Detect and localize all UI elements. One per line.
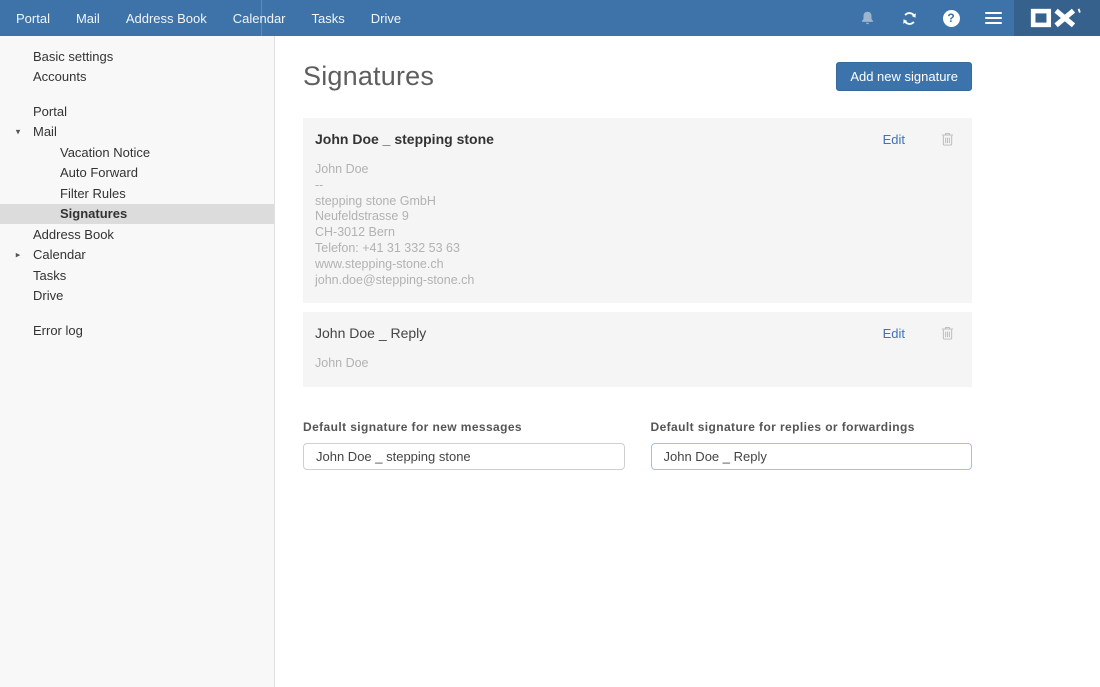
signature-name: John Doe _ Reply bbox=[315, 325, 426, 341]
app-tabs: Portal Mail Address Book Calendar Tasks … bbox=[0, 0, 414, 36]
edit-signature-link[interactable]: Edit bbox=[883, 326, 905, 341]
chevron-down-icon: ▾ bbox=[13, 126, 23, 137]
tab-portal[interactable]: Portal bbox=[3, 0, 63, 36]
sidebar-item-label: Drive bbox=[33, 288, 63, 303]
sidebar-item-label: Error log bbox=[33, 323, 83, 338]
signature-line: Telefon: +41 31 332 53 63 bbox=[315, 241, 960, 257]
sidebar-item-drive[interactable]: Drive bbox=[0, 286, 274, 307]
signature-preview: John Doe -- stepping stone GmbH Neufelds… bbox=[315, 162, 960, 288]
signature-line: John Doe bbox=[315, 162, 960, 178]
default-new-messages-label: Default signature for new messages bbox=[303, 420, 625, 434]
ox-logo-icon bbox=[1029, 7, 1085, 29]
sidebar-item-label: Accounts bbox=[33, 69, 86, 84]
trash-icon bbox=[941, 132, 954, 146]
tab-calendar[interactable]: Calendar bbox=[220, 0, 299, 36]
signature-card: John Doe _ stepping stone Edit bbox=[303, 118, 972, 303]
edit-signature-link[interactable]: Edit bbox=[883, 132, 905, 147]
topbar-separator bbox=[261, 0, 262, 36]
sidebar-item-signatures[interactable]: Signatures bbox=[0, 204, 274, 225]
signature-name: John Doe _ stepping stone bbox=[315, 131, 494, 147]
sidebar-item-label: Basic settings bbox=[33, 49, 113, 64]
chevron-right-icon: ▸ bbox=[13, 249, 23, 260]
default-new-messages-select[interactable] bbox=[303, 443, 625, 470]
sidebar-item-label: Portal bbox=[33, 104, 67, 119]
sidebar-item-calendar[interactable]: ▸ Calendar bbox=[0, 245, 274, 266]
signature-card: John Doe _ Reply Edit bbox=[303, 312, 972, 387]
signature-line: www.stepping-stone.ch bbox=[315, 257, 960, 273]
signature-line: -- bbox=[315, 178, 960, 194]
sidebar-item-label: Mail bbox=[33, 124, 57, 139]
sidebar-item-mail[interactable]: ▾ Mail bbox=[0, 122, 274, 143]
sidebar-item-auto-forward[interactable]: Auto Forward bbox=[0, 163, 274, 184]
refresh-button[interactable] bbox=[888, 0, 930, 36]
tab-drive[interactable]: Drive bbox=[358, 0, 414, 36]
default-replies-select[interactable] bbox=[651, 443, 973, 470]
menu-button[interactable] bbox=[972, 0, 1014, 36]
sidebar-item-label: Filter Rules bbox=[60, 186, 126, 201]
sidebar-item-label: Auto Forward bbox=[60, 165, 138, 180]
sidebar-item-error-log[interactable]: Error log bbox=[0, 320, 274, 341]
tab-address-book[interactable]: Address Book bbox=[113, 0, 220, 36]
sidebar-item-portal[interactable]: Portal bbox=[0, 101, 274, 122]
sidebar-item-basic-settings[interactable]: Basic settings bbox=[0, 46, 274, 67]
sidebar-item-tasks[interactable]: Tasks bbox=[0, 265, 274, 286]
help-button[interactable]: ? bbox=[930, 0, 972, 36]
settings-main-pane: Signatures Add new signature John Doe _ … bbox=[275, 36, 1100, 687]
bell-icon bbox=[859, 10, 876, 27]
page-title: Signatures bbox=[303, 61, 434, 92]
add-new-signature-button[interactable]: Add new signature bbox=[836, 62, 972, 91]
refresh-icon bbox=[901, 10, 918, 27]
default-signature-section: Default signature for new messages Defau… bbox=[303, 420, 972, 470]
settings-sidebar: Basic settings Accounts Portal ▾ Mail Va… bbox=[0, 36, 275, 687]
sidebar-item-accounts[interactable]: Accounts bbox=[0, 67, 274, 88]
sidebar-item-label: Calendar bbox=[33, 247, 86, 262]
signature-line: Neufeldstrasse 9 bbox=[315, 209, 960, 225]
tab-tasks[interactable]: Tasks bbox=[299, 0, 358, 36]
logo-block: OX bbox=[1014, 0, 1100, 36]
signature-line: john.doe@stepping-stone.ch bbox=[315, 273, 960, 289]
delete-signature-button[interactable] bbox=[941, 132, 954, 146]
delete-signature-button[interactable] bbox=[941, 326, 954, 340]
sidebar-item-vacation-notice[interactable]: Vacation Notice bbox=[0, 142, 274, 163]
default-replies-label: Default signature for replies or forward… bbox=[651, 420, 973, 434]
sidebar-item-label: Address Book bbox=[33, 227, 114, 242]
signature-line: CH-3012 Bern bbox=[315, 225, 960, 241]
notifications-button[interactable] bbox=[846, 0, 888, 36]
sidebar-item-label: Tasks bbox=[33, 268, 66, 283]
sidebar-item-label: Vacation Notice bbox=[60, 145, 150, 160]
help-icon: ? bbox=[943, 10, 960, 27]
sidebar-item-address-book[interactable]: Address Book bbox=[0, 224, 274, 245]
signature-line: John Doe bbox=[315, 356, 960, 372]
sidebar-item-filter-rules[interactable]: Filter Rules bbox=[0, 183, 274, 204]
topbar: Portal Mail Address Book Calendar Tasks … bbox=[0, 0, 1100, 36]
trash-icon bbox=[941, 326, 954, 340]
signature-line: stepping stone GmbH bbox=[315, 194, 960, 210]
signature-preview: John Doe bbox=[315, 356, 960, 372]
hamburger-icon bbox=[985, 12, 1002, 24]
tab-mail[interactable]: Mail bbox=[63, 0, 113, 36]
sidebar-item-label: Signatures bbox=[60, 206, 127, 221]
